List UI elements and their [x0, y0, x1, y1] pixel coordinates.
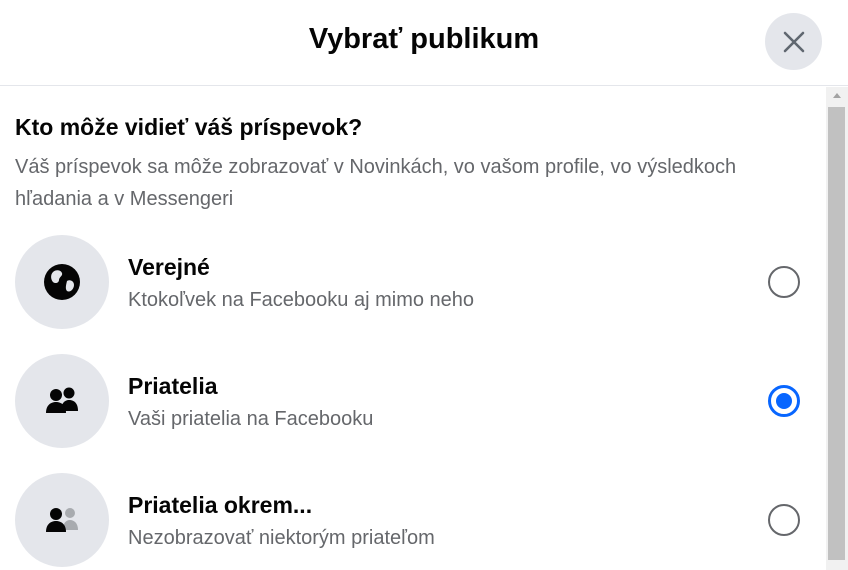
option-icon-container: [15, 235, 109, 329]
scrollbar[interactable]: [826, 87, 848, 570]
scroll-up-arrow-icon[interactable]: [833, 93, 841, 98]
radio-friends-except[interactable]: [768, 504, 800, 536]
radio-friends[interactable]: [768, 385, 800, 417]
option-description: Nezobrazovať niektorým priateľom: [128, 527, 435, 549]
dialog-title: Vybrať publikum: [308, 23, 540, 55]
option-description: Vaši priatelia na Facebooku: [128, 408, 374, 430]
audience-dialog: Vybrať publikum Kto môže vidieť váš prís…: [0, 0, 848, 570]
option-label: Priatelia: [128, 373, 218, 399]
option-public[interactable]: Verejné Ktokoľvek na Facebooku aj mimo n…: [0, 235, 826, 345]
option-friends[interactable]: Priatelia Vaši priatelia na Facebooku: [0, 354, 826, 464]
radio-public[interactable]: [768, 266, 800, 298]
option-label: Verejné: [128, 254, 210, 280]
section-title: Kto môže vidieť váš príspevok?: [15, 114, 363, 140]
globe-icon: [44, 264, 80, 300]
dialog-header: Vybrať publikum: [0, 0, 848, 86]
option-icon-container: [15, 354, 109, 448]
option-description: Ktokoľvek na Facebooku aj mimo neho: [128, 289, 475, 311]
close-icon: [783, 31, 804, 52]
option-label: Priatelia okrem...: [128, 492, 313, 518]
option-icon-container: [15, 473, 109, 567]
close-button[interactable]: [765, 13, 822, 70]
scrollbar-thumb[interactable]: [828, 107, 845, 560]
friends-icon: [46, 387, 78, 413]
option-friends-except[interactable]: Priatelia okrem... Nezobrazovať niektorý…: [0, 473, 826, 570]
dialog-body: Kto môže vidieť váš príspevok? Váš prísp…: [0, 87, 826, 570]
friends-except-icon: [46, 508, 78, 532]
section-subtitle: Váš príspevok sa môže zobrazovať v Novin…: [15, 156, 737, 210]
